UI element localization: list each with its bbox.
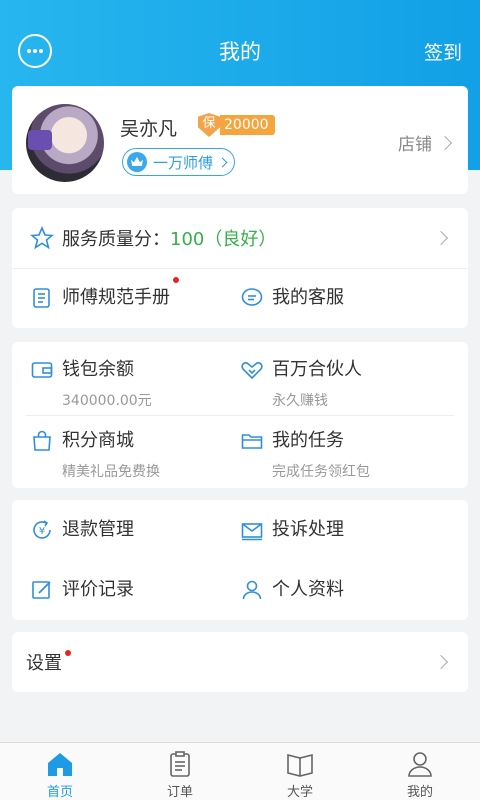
bottom-tab-bar: 首页 订单 大学 我的	[0, 742, 480, 800]
shopping-bag-icon	[30, 429, 54, 453]
partner-sub: 永久赚钱	[272, 393, 328, 409]
book-icon	[287, 753, 313, 777]
tasks-label: 我的任务	[272, 430, 344, 451]
quality-card: 服务质量分： 100（良好） 师傅规范手册 我的客服	[12, 208, 468, 328]
service-label: 我的客服	[272, 287, 344, 308]
tab-label: 订单	[166, 785, 193, 800]
balance-value: 340000.00元	[62, 393, 152, 409]
tab-label: 大学	[286, 785, 313, 800]
chevron-right-icon	[433, 654, 449, 670]
partner-item[interactable]: 百万合伙人 永久赚钱	[240, 358, 362, 410]
tab-mine[interactable]: 我的	[360, 743, 480, 800]
user-icon	[408, 752, 432, 777]
review-item[interactable]: 评价记录	[30, 578, 134, 602]
handshake-icon	[240, 358, 264, 382]
svg-text:¥: ¥	[39, 526, 45, 537]
profile-info-label: 个人资料	[272, 579, 344, 600]
edit-icon	[30, 578, 54, 602]
chevron-right-icon	[437, 135, 453, 150]
partner-label: 百万合伙人	[272, 359, 362, 380]
settings-row-inner: 设置	[12, 632, 468, 692]
tab-label: 我的	[406, 785, 433, 800]
refund-label: 退款管理	[62, 519, 134, 540]
tab-label: 首页	[46, 785, 73, 800]
tab-orders[interactable]: 订单	[120, 743, 240, 800]
divider	[26, 415, 454, 416]
quality-label: 服务质量分：	[62, 229, 170, 250]
person-icon	[240, 578, 264, 602]
chat-bubble-icon	[240, 286, 264, 310]
manual-label: 师傅规范手册	[62, 287, 170, 308]
quality-score-row[interactable]: 服务质量分： 100（良好）	[12, 208, 468, 268]
profile-card[interactable]: 吴亦凡 保 20000 一万师傅 店铺	[12, 86, 468, 194]
avatar[interactable]	[26, 104, 104, 182]
balance-label: 钱包余额	[62, 359, 134, 380]
chevron-right-icon	[433, 230, 449, 246]
page-title: 我的	[219, 40, 261, 64]
chevron-right-icon	[217, 157, 228, 167]
review-label: 评价记录	[62, 579, 134, 600]
refund-icon: ¥	[30, 518, 54, 542]
wallet-balance-item[interactable]: 钱包余额 340000.00元	[30, 358, 152, 410]
level-badge[interactable]: 一万师傅	[122, 148, 236, 176]
folder-icon	[240, 429, 264, 453]
home-icon	[48, 753, 72, 776]
tab-home[interactable]: 首页	[0, 743, 120, 800]
tab-university[interactable]: 大学	[240, 743, 360, 800]
shop-link[interactable]: 店铺	[398, 130, 453, 155]
management-card: ¥ 退款管理 投诉处理 评价记录 个人资料	[12, 500, 468, 620]
manual-link[interactable]: 师傅规范手册	[30, 277, 179, 310]
username: 吴亦凡	[120, 118, 178, 140]
links-row: 师傅规范手册 我的客服	[12, 268, 468, 328]
scroll-icon	[30, 286, 54, 310]
guarantee-badge: 保 20000	[198, 113, 275, 137]
mall-sub: 精美礼品免费换	[62, 464, 160, 480]
signin-button[interactable]: 签到	[424, 38, 462, 65]
complaint-item[interactable]: 投诉处理	[240, 518, 344, 542]
wallet-icon	[30, 358, 54, 382]
settings-row[interactable]: 设置	[12, 632, 468, 692]
order-icon	[170, 751, 190, 777]
tasks-item[interactable]: 我的任务 完成任务领红包	[240, 429, 370, 481]
settings-label: 设置	[26, 653, 62, 674]
profile-info-item[interactable]: 个人资料	[240, 578, 344, 602]
top-bar: 我的 签到	[0, 0, 480, 100]
shield-icon: 保	[198, 113, 220, 137]
refund-item[interactable]: ¥ 退款管理	[30, 518, 134, 542]
tasks-sub: 完成任务领红包	[272, 464, 370, 480]
star-icon	[30, 226, 54, 250]
guarantee-amount: 20000	[220, 115, 275, 135]
complaint-label: 投诉处理	[272, 519, 344, 540]
notification-dot	[65, 650, 71, 656]
quality-score: 100（良好）	[170, 229, 277, 250]
service-link[interactable]: 我的客服	[240, 286, 344, 310]
mall-label: 积分商城	[62, 430, 134, 451]
level-label: 一万师傅	[153, 153, 214, 172]
points-mall-item[interactable]: 积分商城 精美礼品免费换	[30, 429, 160, 481]
envelope-icon	[240, 518, 264, 542]
wallet-card: 钱包余额 340000.00元 百万合伙人 永久赚钱 积分商城 精美礼品免费换 …	[12, 342, 468, 488]
crown-icon	[127, 152, 147, 172]
shop-label: 店铺	[398, 135, 432, 155]
notification-dot	[173, 277, 179, 283]
